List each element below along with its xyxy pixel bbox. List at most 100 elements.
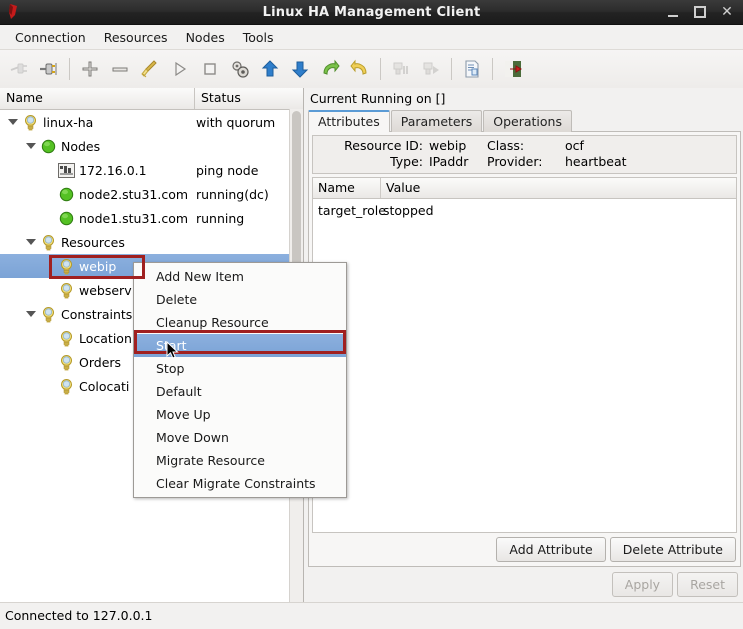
tree-item-node1-stu31-com[interactable]: node1.stu31.com running <box>0 206 303 230</box>
tab-parameters[interactable]: Parameters <box>390 110 483 132</box>
type-value: IPaddr <box>429 154 469 169</box>
tree-item-resources[interactable]: Resources <box>0 230 303 254</box>
delete-attribute-button[interactable]: Delete Attribute <box>609 537 736 562</box>
tree-item-nodes[interactable]: Nodes <box>0 134 303 158</box>
menu-bar: Connection Resources Nodes Tools <box>0 25 743 50</box>
tree-item-status: ping node <box>196 162 259 178</box>
context-menu-item-add-new-item[interactable]: Add New Item <box>134 265 346 288</box>
close-icon[interactable]: ✕ <box>720 5 734 19</box>
current-running-label: Current Running on [] <box>310 91 446 106</box>
toolbar <box>0 50 743 89</box>
stop-square-icon[interactable] <box>195 53 225 85</box>
context-menu-item-clear-migrate-constraints[interactable]: Clear Migrate Constraints <box>134 472 346 495</box>
resource-info-box: Resource ID: webip Class: ocf Type: IPad… <box>312 135 737 174</box>
tab-attributes[interactable]: Attributes <box>308 110 390 132</box>
bulb-icon <box>57 377 75 395</box>
provider-value: heartbeat <box>565 154 627 169</box>
attribute-action-buttons: Add Attribute Delete Attribute <box>309 533 740 566</box>
bulb-icon <box>57 281 75 299</box>
app-logo-icon <box>4 2 26 22</box>
start-play-icon[interactable] <box>165 53 195 85</box>
menu-connection[interactable]: Connection <box>6 27 95 48</box>
apply-button[interactable]: Apply <box>611 572 674 597</box>
status-bar: Connected to 127.0.0.1 <box>0 602 743 629</box>
main-content: Name Status linux-ha with quorum Nodes 172.… <box>0 88 743 602</box>
add-icon[interactable] <box>75 53 105 85</box>
minimize-button[interactable] <box>666 5 680 19</box>
green-circle-icon <box>57 185 75 203</box>
chevron-down-icon[interactable] <box>24 308 37 321</box>
title-bar: Linux HA Management Client ✕ <box>0 0 743 25</box>
context-menu-item-move-down[interactable]: Move Down <box>134 426 346 449</box>
reset-button[interactable]: Reset <box>677 572 738 597</box>
context-menu-item-start[interactable]: Start <box>134 334 346 357</box>
maximize-button[interactable] <box>693 5 707 19</box>
clear-migrate-constraints-icon[interactable] <box>345 53 375 85</box>
class-value: ocf <box>565 138 584 153</box>
tree-column-name[interactable]: Name <box>0 88 195 109</box>
resource-id-value: webip <box>429 138 467 153</box>
remove-icon[interactable] <box>105 53 135 85</box>
move-up-arrow-icon[interactable] <box>255 53 285 85</box>
tree-item-linux-ha[interactable]: linux-ha with quorum <box>0 110 303 134</box>
chevron-down-icon[interactable] <box>6 116 19 129</box>
window-controls: ✕ <box>666 5 743 19</box>
status-bar-text: Connected to 127.0.0.1 <box>5 608 153 623</box>
bulb-icon <box>39 305 57 323</box>
attributes-table: Name Value target_role stopped <box>312 177 737 533</box>
attribute-name-cell: target_role <box>318 202 386 218</box>
context-menu-item-stop[interactable]: Stop <box>134 357 346 380</box>
context-menu-item-cleanup-resource[interactable]: Cleanup Resource <box>134 311 346 334</box>
chevron-down-icon[interactable] <box>24 236 37 249</box>
tree-item-label: webserv <box>79 282 132 298</box>
default-gears-icon[interactable] <box>225 53 255 85</box>
context-menu-item-default[interactable]: Default <box>134 380 346 403</box>
tree-column-status[interactable]: Status <box>195 88 303 109</box>
tree-item-label: node2.stu31.com <box>79 186 189 202</box>
context-menu-item-delete[interactable]: Delete <box>134 288 346 311</box>
tree-item-label: Colocati <box>79 378 130 394</box>
apply-reset-buttons: Apply Reset <box>308 567 741 602</box>
menu-tools[interactable]: Tools <box>234 27 283 48</box>
tree-item-node2-stu31-com[interactable]: node2.stu31.com running(dc) <box>0 182 303 206</box>
connect-icon[interactable] <box>4 53 34 85</box>
toolbar-separator-3 <box>451 58 452 80</box>
table-row[interactable]: target_role stopped <box>313 199 736 221</box>
menu-nodes[interactable]: Nodes <box>177 27 234 48</box>
context-menu-item-migrate-resource[interactable]: Migrate Resource <box>134 449 346 472</box>
standby-node-icon[interactable] <box>386 53 416 85</box>
migrate-resource-icon[interactable] <box>315 53 345 85</box>
tree-item-label: linux-ha <box>43 114 94 130</box>
toolbar-separator-4 <box>492 58 493 80</box>
add-attribute-button[interactable]: Add Attribute <box>496 537 606 562</box>
activate-node-icon[interactable] <box>416 53 446 85</box>
bulb-icon <box>39 233 57 251</box>
chevron-down-icon[interactable] <box>24 140 37 153</box>
tab-operations[interactable]: Operations <box>483 110 572 132</box>
menu-resources[interactable]: Resources <box>95 27 177 48</box>
disconnect-icon[interactable] <box>34 53 64 85</box>
tree-item-label: Orders <box>79 354 122 370</box>
attribute-value-cell: stopped <box>383 202 434 218</box>
tree-item-status: running <box>196 210 245 226</box>
ping-node-icon <box>57 161 75 179</box>
attributes-column-name[interactable]: Name <box>313 178 381 198</box>
tree-item-status: running(dc) <box>196 186 269 202</box>
cleanup-broom-icon[interactable] <box>135 53 165 85</box>
window-title: Linux HA Management Client <box>262 4 481 20</box>
bulb-icon <box>57 329 75 347</box>
context-menu-item-move-up[interactable]: Move Up <box>134 403 346 426</box>
tree-item-172-16-0-1[interactable]: 172.16.0.1 ping node <box>0 158 303 182</box>
move-down-arrow-icon[interactable] <box>285 53 315 85</box>
attributes-table-header: Name Value <box>313 178 736 199</box>
attributes-column-value[interactable]: Value <box>381 178 736 198</box>
bulb-icon <box>21 113 39 131</box>
exit-icon[interactable] <box>498 53 528 85</box>
resource-context-menu: Add New Item Delete Cleanup Resource Start S… <box>133 262 347 498</box>
attributes-tab-panel: Resource ID: webip Class: ocf Type: IPad… <box>308 131 741 567</box>
cib-document-icon[interactable] <box>457 53 487 85</box>
